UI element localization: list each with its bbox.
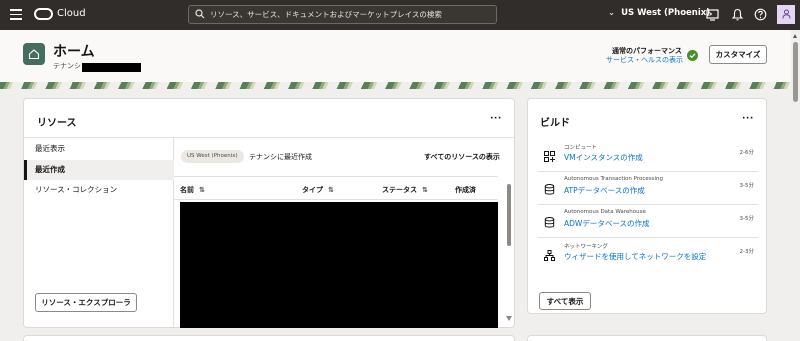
table-scrollbar[interactable]: [506, 184, 512, 324]
brand-label[interactable]: Cloud: [57, 8, 86, 19]
build-item-category: Autonomous Data Warehouse: [564, 209, 646, 215]
region-chip: US West (Phoenix): [181, 150, 244, 163]
nav-item-recently-viewed[interactable]: 最近表示: [24, 139, 174, 159]
search-input[interactable]: リソース、サービス、ドキュメントおよびマーケットプレイスの検索: [188, 5, 497, 24]
next-card: [527, 335, 767, 341]
menu-icon[interactable]: [10, 9, 22, 20]
build-item: Autonomous Transaction Processing ATPデータ…: [538, 172, 758, 205]
chevron-down-icon: ⌄: [608, 8, 616, 18]
build-item-category: ネットワーキング: [564, 244, 608, 250]
column-header-name[interactable]: 名前 ⇅: [180, 185, 205, 195]
home-icon: [28, 49, 40, 60]
column-header-status[interactable]: ステータス ⇅: [382, 185, 428, 195]
build-more-icon[interactable]: ···: [742, 114, 754, 124]
cloud-shell-icon[interactable]: [706, 8, 719, 21]
resources-more-icon[interactable]: ···: [490, 114, 502, 124]
resources-main-panel: US West (Phoenix) テナンシに最近作成 すべてのリソースの表示 …: [174, 137, 514, 328]
nav-item-resource-collections[interactable]: リソース・コレクション: [24, 180, 174, 200]
database-icon: [544, 217, 555, 228]
view-all-resources-link[interactable]: すべてのリソースの表示: [424, 152, 500, 162]
build-item-time: 3-5分: [739, 183, 754, 189]
scroll-down-icon[interactable]: [506, 316, 512, 321]
recent-created-label: テナンシに最近作成: [249, 153, 312, 161]
create-atp-link[interactable]: ATPデータベースの作成: [564, 185, 645, 196]
build-item-time: 2-3分: [739, 249, 754, 255]
region-selector[interactable]: ⌄ US West (Phoenix): [608, 8, 710, 18]
column-header-created[interactable]: 作成済: [455, 185, 476, 195]
oracle-logo-icon[interactable]: [34, 8, 53, 20]
resource-explorer-button[interactable]: リソース・エクスプローラ: [35, 293, 137, 312]
network-wizard-link[interactable]: ウィザードを使用してネットワークを設定: [564, 251, 706, 262]
top-navigation-bar: Cloud リソース、サービス、ドキュメントおよびマーケットプレイスの検索 ⌄ U…: [0, 0, 800, 30]
redacted-tenancy-name: [82, 63, 141, 72]
create-adw-link[interactable]: ADWデータベースの作成: [564, 218, 649, 229]
scrollbar-thumb[interactable]: [507, 184, 511, 246]
build-title: ビルド: [540, 118, 570, 129]
tenancy-label: テナンシ: [53, 62, 81, 70]
sort-icon: ⇅: [328, 186, 334, 194]
service-health-link[interactable]: サービス・ヘルスの表示: [606, 55, 683, 65]
nav-item-recently-created[interactable]: 最近作成: [24, 160, 174, 180]
show-all-button[interactable]: すべて表示: [539, 292, 591, 310]
sort-icon: ⇅: [199, 186, 205, 194]
person-icon: [782, 9, 790, 19]
page-title: ホーム: [53, 44, 95, 60]
page-header: ホーム テナンシ 通常のパフォーマンス サービス・ヘルスの表示: [0, 30, 791, 82]
build-item-time: 3-5分: [739, 216, 754, 222]
help-icon[interactable]: [754, 8, 767, 21]
network-icon: [544, 250, 555, 261]
region-label: US West (Phoenix): [621, 8, 711, 18]
build-item: Autonomous Data Warehouse ADWデータベースの作成 3…: [538, 205, 758, 238]
build-item: コンピュート VMインスタンスの作成 2-6分: [538, 139, 758, 172]
sort-icon: ⇅: [422, 186, 428, 194]
scroll-up-icon[interactable]: [793, 34, 797, 38]
database-icon: [544, 184, 555, 195]
decorative-banner: [0, 82, 791, 89]
resources-title: リソース: [37, 118, 77, 129]
next-card: [23, 335, 515, 341]
status-ok-icon: [687, 50, 698, 61]
search-placeholder: リソース、サービス、ドキュメントおよびマーケットプレイスの検索: [210, 10, 442, 19]
build-item: ネットワーキング ウィザードを使用してネットワークを設定 2-3分: [538, 238, 758, 271]
search-icon: [195, 9, 205, 19]
build-item-category: コンピュート: [564, 145, 598, 151]
create-vm-link[interactable]: VMインスタンスの作成: [564, 152, 643, 163]
build-item-category: Autonomous Transaction Processing: [564, 176, 664, 182]
resources-card: リソース ··· 最近表示 最近作成 リソース・コレクション リソース・エクスプ…: [23, 98, 515, 328]
profile-avatar[interactable]: [777, 5, 795, 24]
column-header-type[interactable]: タイプ ⇅: [302, 185, 334, 195]
home-badge: [23, 43, 45, 65]
notification-bell-icon[interactable]: [731, 8, 744, 21]
page-scrollbar-thumb[interactable]: [793, 42, 798, 102]
redacted-resource-table: [180, 202, 498, 328]
customize-button[interactable]: カスタマイズ: [709, 45, 767, 64]
page-scrollbar[interactable]: [791, 30, 800, 341]
build-item-time: 2-6分: [739, 150, 754, 156]
table-header: 名前 ⇅ タイプ ⇅ ステータス ⇅ 作成済: [174, 176, 498, 200]
build-card: ビルド ··· コンピュート VMインスタンスの作成 2-6分 Autonomo…: [527, 98, 767, 314]
compute-icon: [544, 151, 555, 162]
